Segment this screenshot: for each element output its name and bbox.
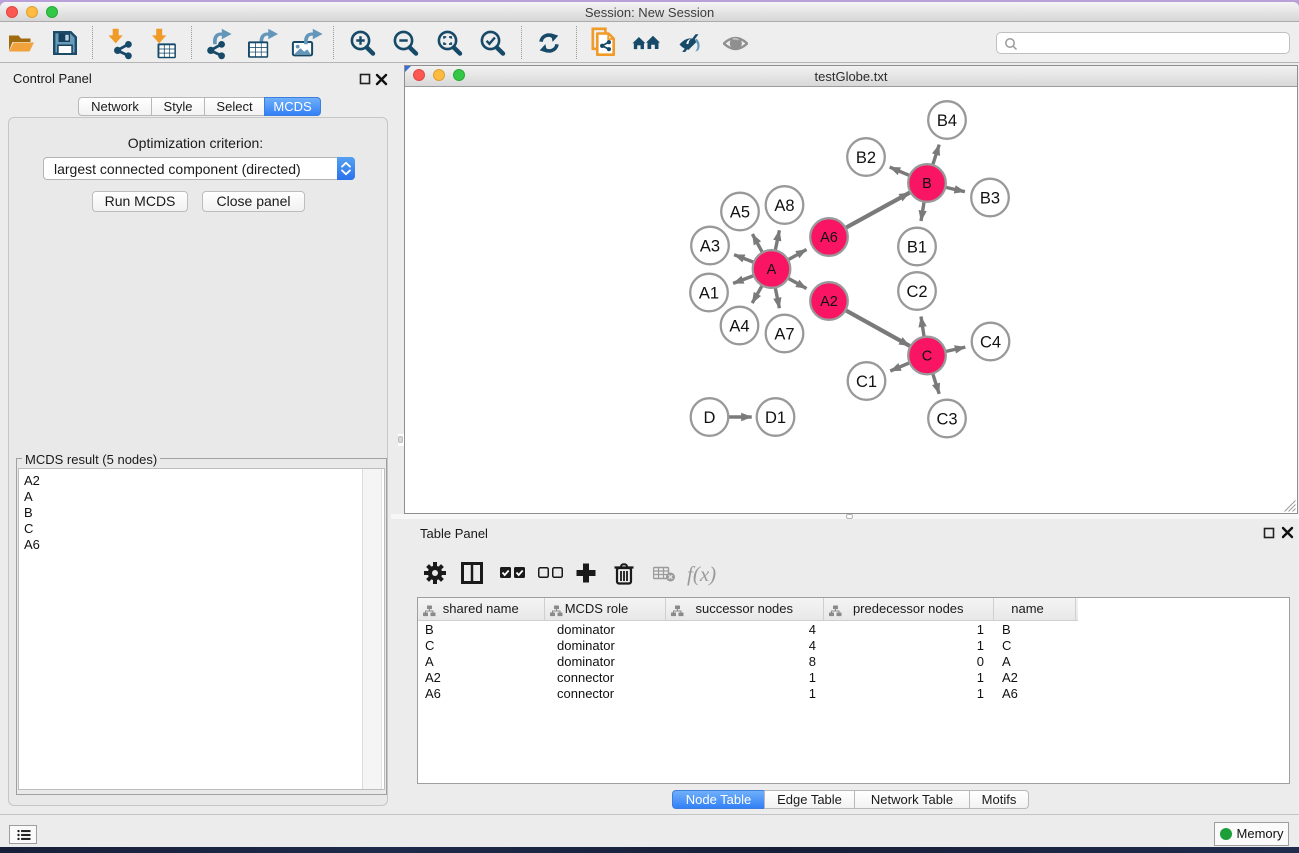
svg-text:A4: A4 [729,318,749,336]
svg-text:B3: B3 [980,190,1000,208]
svg-text:B2: B2 [856,149,876,167]
svg-text:D: D [704,409,716,427]
svg-text:A2: A2 [820,294,838,310]
svg-text:B: B [922,176,932,192]
svg-text:C1: C1 [856,373,877,391]
svg-text:D1: D1 [765,409,786,427]
svg-text:C: C [922,349,932,365]
svg-text:B1: B1 [907,239,927,257]
svg-text:A1: A1 [699,285,719,303]
svg-text:C2: C2 [906,283,927,301]
svg-text:A: A [767,262,777,278]
svg-text:A8: A8 [774,197,794,215]
svg-text:C4: C4 [980,334,1001,352]
svg-text:C3: C3 [936,411,957,429]
svg-text:A3: A3 [700,238,720,256]
svg-text:A5: A5 [730,204,750,222]
svg-text:A6: A6 [820,230,838,246]
svg-text:B4: B4 [937,112,957,130]
svg-text:A7: A7 [774,326,794,344]
